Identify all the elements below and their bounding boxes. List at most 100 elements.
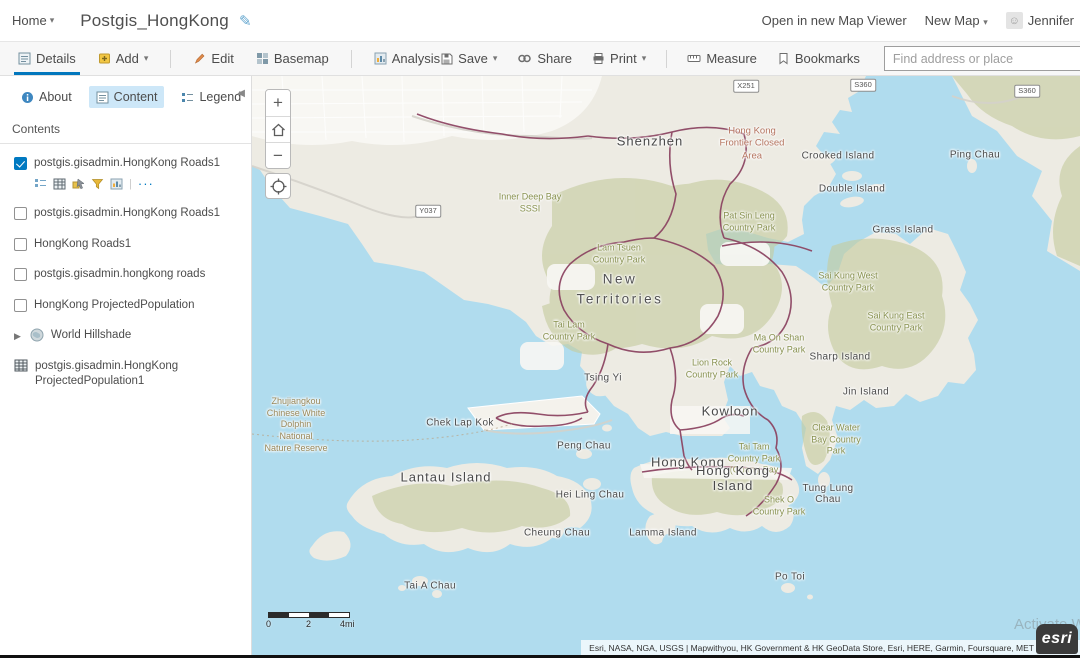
save-icon xyxy=(440,52,453,65)
tab-content-label: Content xyxy=(114,90,158,104)
layer-item: postgis.gisadmin.HongKong ProjectedPopul… xyxy=(14,359,241,390)
perform-analysis-icon[interactable] xyxy=(110,178,123,190)
analysis-icon xyxy=(374,52,387,65)
layer-label[interactable]: World Hillshade xyxy=(51,328,131,344)
layer-checkbox[interactable] xyxy=(14,157,27,170)
print-icon xyxy=(592,52,605,65)
basemap-icon xyxy=(256,52,269,65)
layer-checkbox[interactable] xyxy=(14,299,27,312)
esri-logo-text: esri xyxy=(1042,630,1072,648)
chevron-down-icon: ▾ xyxy=(144,54,149,63)
toolbar-divider xyxy=(666,50,667,68)
layer-list: postgis.gisadmin.HongKong Roads1 | ··· p… xyxy=(0,144,251,390)
zoom-in-button[interactable]: + xyxy=(266,90,290,116)
page-title: Postgis_HongKong xyxy=(80,11,229,31)
details-label: Details xyxy=(36,51,76,66)
measure-label: Measure xyxy=(706,51,757,66)
layer-label: postgis.gisadmin.HongKong Roads1 xyxy=(34,156,220,172)
measure-ruler-icon xyxy=(687,52,701,65)
save-button[interactable]: Save ▾ xyxy=(440,51,497,66)
map-attribution: Esri, NASA, NGA, USGS | Mapwithyou, HK G… xyxy=(581,640,1080,655)
share-link-icon xyxy=(517,52,532,65)
edit-button[interactable]: Edit xyxy=(193,42,233,75)
change-style-icon[interactable] xyxy=(72,178,85,190)
table-icon xyxy=(14,359,28,372)
chevron-down-icon: ▾ xyxy=(642,54,647,63)
info-icon xyxy=(21,91,34,104)
contents-heading: Contents xyxy=(0,116,251,144)
new-map-menu[interactable]: New Map ▾ xyxy=(925,13,988,28)
esri-logo: esri xyxy=(1036,624,1078,654)
layer-label: HongKong ProjectedPopulation xyxy=(34,298,194,314)
search-input[interactable] xyxy=(884,46,1080,71)
layer-item: ▶ World Hillshade xyxy=(14,328,241,344)
home-menu[interactable]: Home ▾ xyxy=(12,13,54,28)
scale-start: 0 xyxy=(266,619,271,629)
analysis-button[interactable]: Analysis xyxy=(374,42,440,75)
scale-end: 4mi xyxy=(340,619,355,629)
print-button[interactable]: Print ▾ xyxy=(592,51,646,66)
edit-title-icon[interactable]: ✎ xyxy=(239,12,252,30)
content-icon xyxy=(96,91,109,104)
layer-label[interactable]: postgis.gisadmin.HongKong ProjectedPopul… xyxy=(35,359,210,390)
open-in-new-map-viewer-link[interactable]: Open in new Map Viewer xyxy=(762,13,907,28)
details-button[interactable]: Details xyxy=(18,42,76,75)
chevron-down-icon: ▾ xyxy=(50,16,55,25)
chevron-down-icon: ▾ xyxy=(983,17,988,27)
bookmarks-button[interactable]: Bookmarks xyxy=(777,51,860,66)
add-button[interactable]: Add ▾ xyxy=(98,42,149,75)
toolbar-divider xyxy=(351,50,352,68)
scale-bar: 0 2 4mi xyxy=(268,612,350,629)
tab-legend-label: Legend xyxy=(199,90,241,104)
layer-item: postgis.gisadmin.HongKong Roads1 xyxy=(14,206,241,222)
avatar: ☺ xyxy=(1006,12,1023,29)
world-hillshade-icon xyxy=(30,328,44,342)
layer-label: postgis.gisadmin.HongKong Roads1 xyxy=(34,206,220,222)
basemap-label: Basemap xyxy=(274,51,329,66)
user-menu[interactable]: ☺ Jennifer xyxy=(1006,12,1074,29)
zoom-out-button[interactable]: − xyxy=(266,142,290,168)
layer-checkbox[interactable] xyxy=(14,268,27,281)
toolbar-divider xyxy=(170,50,171,68)
new-map-label: New Map xyxy=(925,13,980,28)
locate-crosshair-icon xyxy=(270,178,287,195)
expand-arrow-icon[interactable]: ▶ xyxy=(14,330,21,342)
home-icon xyxy=(271,123,286,137)
tab-about[interactable]: About xyxy=(14,86,79,108)
tab-about-label: About xyxy=(39,90,72,104)
layer-label: HongKong Roads1 xyxy=(34,237,131,253)
toolbar: Details Add ▾ Edit Basemap Analysis Save… xyxy=(0,42,1080,76)
layer-item: postgis.gisadmin.HongKong Roads1 | ··· xyxy=(14,156,241,191)
zoom-control: + − xyxy=(265,89,291,169)
add-icon xyxy=(98,52,111,65)
print-label: Print xyxy=(610,51,637,66)
layer-checkbox[interactable] xyxy=(14,238,27,251)
measure-button[interactable]: Measure xyxy=(687,51,757,66)
sidebar: ◀ About Content Legend Contents postgis.… xyxy=(0,76,252,655)
tab-content[interactable]: Content xyxy=(89,86,165,108)
filter-icon[interactable] xyxy=(91,178,104,190)
share-button[interactable]: Share xyxy=(517,51,572,66)
show-legend-icon[interactable] xyxy=(34,178,47,190)
map-canvas[interactable]: ShenzhenHong Kong Frontier Closed AreaCr… xyxy=(252,76,1080,655)
home-extent-button[interactable] xyxy=(266,116,290,142)
bookmarks-icon xyxy=(777,52,790,65)
chevron-down-icon: ▾ xyxy=(493,54,498,63)
add-label: Add xyxy=(116,51,139,66)
show-table-icon[interactable] xyxy=(53,178,66,190)
sidebar-tabs: About Content Legend xyxy=(0,76,251,116)
locate-button[interactable] xyxy=(265,173,291,199)
details-icon xyxy=(18,52,31,65)
sidebar-collapse-icon[interactable]: ◀ xyxy=(237,88,245,99)
bookmarks-label: Bookmarks xyxy=(795,51,860,66)
layer-item: HongKong Roads1 xyxy=(14,237,241,253)
layer-checkbox[interactable] xyxy=(14,207,27,220)
basemap-terrain xyxy=(252,76,1080,655)
layer-item: postgis.gisadmin.hongkong roads xyxy=(14,267,241,283)
home-label: Home xyxy=(12,13,47,28)
analysis-label: Analysis xyxy=(392,51,440,66)
layer-tools: | ··· xyxy=(34,177,241,192)
more-options-button[interactable]: ··· xyxy=(138,180,154,188)
edit-pencil-icon xyxy=(193,52,206,65)
basemap-button[interactable]: Basemap xyxy=(256,42,329,75)
